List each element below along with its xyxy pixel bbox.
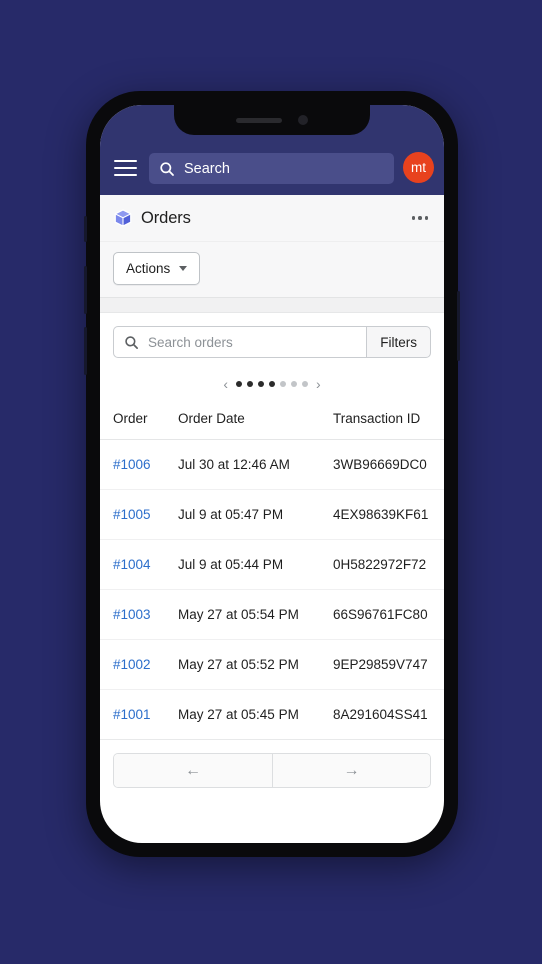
order-date-cell: Jul 30 at 12:46 AM	[178, 439, 333, 490]
phone-frame: Search mt Orders Actions Search orders F…	[84, 91, 460, 857]
actions-toolbar: Actions	[100, 242, 444, 297]
transaction-id-cell: 66S96761FC80	[333, 589, 444, 640]
section-divider	[100, 297, 444, 313]
table-row[interactable]: #1005 Jul 9 at 05:47 PM 4EX98639KF61	[100, 489, 444, 540]
page-header-bar: Orders	[100, 195, 444, 242]
dot-indicator[interactable]	[291, 381, 297, 387]
transaction-id-cell: 9EP29859V747	[333, 639, 444, 690]
orders-search-input[interactable]: Search orders	[113, 326, 367, 358]
earpiece-speaker-icon	[236, 117, 282, 123]
pagination-next-button[interactable]: →	[272, 754, 430, 787]
order-link[interactable]: #1006	[113, 457, 151, 472]
table-row[interactable]: #1001 May 27 at 05:45 PM 8A291604SS41	[100, 689, 444, 740]
dot-indicator[interactable]	[236, 381, 242, 387]
phone-power-button[interactable]	[457, 291, 460, 361]
search-icon	[125, 335, 138, 349]
global-search-placeholder: Search	[184, 160, 230, 177]
order-date-cell: Jul 9 at 05:44 PM	[178, 539, 333, 590]
table-row[interactable]: #1006 Jul 30 at 12:46 AM 3WB96669DC0	[100, 439, 444, 490]
dot-indicator[interactable]	[258, 381, 264, 387]
transaction-id-cell: 8A291604SS41	[333, 689, 444, 740]
transaction-id-cell: 3WB96669DC0	[333, 439, 444, 490]
column-header-order[interactable]: Order	[100, 408, 178, 440]
table-row[interactable]: #1002 May 27 at 05:52 PM 9EP29859V747	[100, 639, 444, 690]
order-link[interactable]: #1004	[113, 557, 151, 572]
more-options-icon[interactable]	[410, 210, 431, 226]
cube-icon	[114, 209, 132, 227]
orders-card: Search orders Filters ‹ › Order Order Da…	[100, 313, 444, 788]
dot-indicator[interactable]	[269, 381, 275, 387]
user-avatar[interactable]: mt	[403, 152, 434, 183]
dot-indicator[interactable]	[247, 381, 253, 387]
tab-dots-pager: ‹ ›	[100, 358, 444, 408]
phone-notch	[174, 105, 370, 135]
orders-filter-row: Search orders Filters	[100, 313, 444, 358]
pagination-previous-button[interactable]: ←	[114, 754, 272, 787]
order-link[interactable]: #1003	[113, 607, 151, 622]
hamburger-menu-icon[interactable]	[110, 153, 140, 183]
dot-indicator[interactable]	[302, 381, 308, 387]
dots-prev-icon[interactable]: ‹	[220, 377, 231, 391]
actions-button[interactable]: Actions	[113, 252, 201, 285]
table-header-row: Order Order Date Transaction ID	[100, 408, 444, 440]
orders-search-placeholder: Search orders	[148, 334, 233, 350]
order-date-cell: May 27 at 05:54 PM	[178, 589, 333, 640]
front-camera-icon	[298, 115, 308, 125]
order-link[interactable]: #1002	[113, 657, 151, 672]
order-date-cell: May 27 at 05:52 PM	[178, 639, 333, 690]
order-link[interactable]: #1005	[113, 507, 151, 522]
chevron-down-icon	[179, 266, 188, 271]
column-header-transaction-id[interactable]: Transaction ID	[333, 408, 444, 440]
order-date-cell: Jul 9 at 05:47 PM	[178, 489, 333, 540]
table-row[interactable]: #1004 Jul 9 at 05:44 PM 0H5822972F72	[100, 539, 444, 590]
pagination-group: ← →	[113, 753, 431, 788]
phone-screen: Search mt Orders Actions Search orders F…	[100, 105, 444, 843]
order-date-cell: May 27 at 05:45 PM	[178, 689, 333, 740]
search-icon	[160, 161, 174, 176]
phone-silent-switch[interactable]	[84, 216, 87, 242]
phone-volume-up-button[interactable]	[84, 266, 87, 314]
global-search-input[interactable]: Search	[149, 153, 394, 184]
orders-table: Order Order Date Transaction ID #1006 Ju…	[100, 408, 444, 740]
transaction-id-cell: 4EX98639KF61	[333, 489, 444, 540]
page-title-group: Orders	[113, 208, 410, 228]
transaction-id-cell: 0H5822972F72	[333, 539, 444, 590]
dot-indicator[interactable]	[280, 381, 286, 387]
dots-next-icon[interactable]: ›	[313, 377, 324, 391]
table-pagination-footer: ← →	[100, 740, 444, 788]
actions-button-label: Actions	[126, 261, 171, 276]
table-row[interactable]: #1003 May 27 at 05:54 PM 66S96761FC80	[100, 589, 444, 640]
page-title: Orders	[141, 208, 191, 227]
app-viewport: Search mt Orders Actions Search orders F…	[100, 105, 444, 843]
column-header-order-date[interactable]: Order Date	[178, 408, 333, 440]
order-link[interactable]: #1001	[113, 707, 151, 722]
filters-button[interactable]: Filters	[366, 326, 431, 358]
phone-volume-down-button[interactable]	[84, 327, 87, 375]
